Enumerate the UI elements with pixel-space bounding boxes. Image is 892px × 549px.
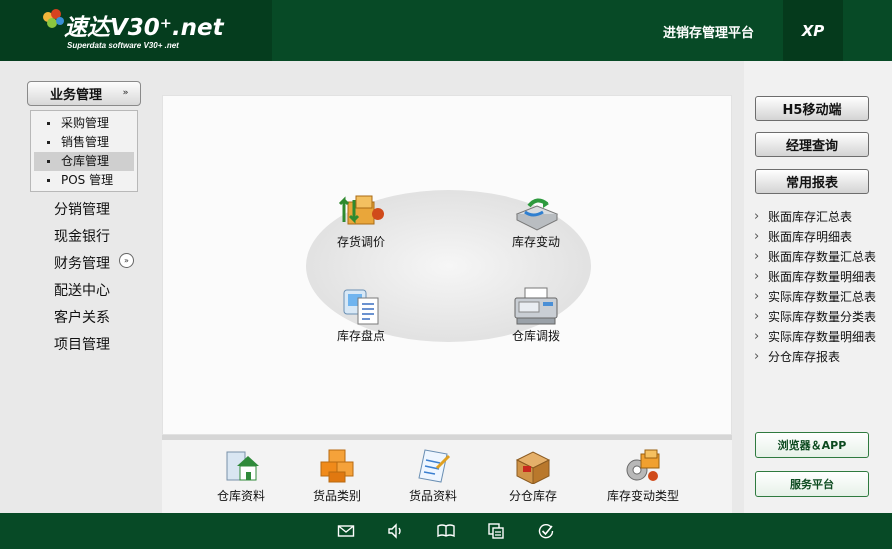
logo-petal-icon bbox=[43, 9, 64, 28]
report-item[interactable]: 账面库存数量明细表 bbox=[754, 267, 876, 287]
right-panel: H5移动端 经理查询 常用报表 账面库存汇总表 账面库存明细表 账面库存数量汇总… bbox=[744, 61, 892, 513]
common-reports-button[interactable]: 常用报表 bbox=[755, 169, 869, 194]
nav-item-cash-bank[interactable]: 现金银行 bbox=[54, 226, 110, 246]
submenu-item-warehouse[interactable]: 仓库管理 bbox=[34, 152, 134, 171]
mail-icon[interactable] bbox=[337, 522, 355, 540]
func-stock-change-label: 库存变动 bbox=[511, 235, 560, 249]
func-stocktake[interactable]: 库存盘点 bbox=[321, 286, 401, 344]
speaker-icon[interactable] bbox=[387, 522, 405, 540]
transfer-icon bbox=[514, 287, 558, 325]
stock-change-type-gear-icon bbox=[626, 449, 660, 481]
report-list: 账面库存汇总表 账面库存明细表 账面库存数量汇总表 账面库存数量明细表 实际库存… bbox=[754, 207, 876, 367]
check-circle-icon[interactable] bbox=[537, 522, 555, 540]
nav-item-project[interactable]: 项目管理 bbox=[54, 334, 110, 354]
stocktake-icon bbox=[343, 289, 379, 325]
browser-app-button[interactable]: 浏览器＆APP bbox=[755, 432, 869, 458]
tool-goods-info-label: 货品资料 bbox=[408, 489, 457, 503]
tool-goods-info[interactable]: 货品资料 bbox=[388, 448, 478, 504]
nav-item-delivery[interactable]: 配送中心 bbox=[54, 280, 110, 300]
submenu-item-sales[interactable]: 销售管理 bbox=[31, 133, 137, 152]
func-stocktake-label: 库存盘点 bbox=[336, 329, 385, 343]
tool-branch-stock[interactable]: 分仓库存 bbox=[488, 448, 578, 504]
report-item[interactable]: 账面库存明细表 bbox=[754, 227, 876, 247]
report-item[interactable]: 实际库存数量分类表 bbox=[754, 307, 876, 327]
report-item[interactable]: 账面库存汇总表 bbox=[754, 207, 876, 227]
nav-item-customer[interactable]: 客户关系 bbox=[54, 307, 110, 327]
warehouse-house-icon bbox=[226, 451, 259, 481]
h5-mobile-button[interactable]: H5移动端 bbox=[755, 96, 869, 121]
func-price-adjust-label: 存货调价 bbox=[336, 235, 385, 249]
main-panel: 存货调价 库存变动 库存盘点 仓库调拨 bbox=[162, 95, 732, 435]
biz-management-button[interactable]: 业务管理 » bbox=[27, 81, 141, 106]
tool-goods-category-label: 货品类别 bbox=[312, 489, 361, 503]
left-nav: 业务管理 » 采购管理 销售管理 仓库管理 POS 管理 分销管理 现金银行 财… bbox=[0, 61, 150, 513]
tool-warehouse-info-label: 仓库资料 bbox=[216, 489, 265, 503]
platform-title: 进销存管理平台 bbox=[663, 26, 755, 41]
branch-stock-box-icon bbox=[515, 451, 551, 484]
goods-info-icon bbox=[418, 449, 451, 483]
report-item[interactable]: 分仓库存报表 bbox=[754, 347, 876, 367]
stock-change-icon bbox=[515, 198, 559, 231]
func-stock-change[interactable]: 库存变动 bbox=[496, 192, 576, 250]
logo-subtext: Superdata software V30+ .net bbox=[67, 41, 179, 50]
func-transfer-label: 仓库调拨 bbox=[511, 329, 560, 343]
footer bbox=[0, 513, 892, 549]
logo-text: 速达V30⁺.net bbox=[64, 15, 224, 41]
tool-stock-change-type-label: 库存变动类型 bbox=[606, 489, 679, 503]
window-stack-icon[interactable] bbox=[487, 522, 505, 540]
price-adjust-icon bbox=[338, 195, 384, 225]
book-icon[interactable] bbox=[437, 522, 455, 540]
nav-item-finance[interactable]: 财务管理 bbox=[54, 253, 110, 273]
nav-item-distribution[interactable]: 分销管理 bbox=[54, 199, 110, 219]
service-platform-button[interactable]: 服务平台 bbox=[755, 471, 869, 497]
tool-stock-change-type[interactable]: 库存变动类型 bbox=[598, 448, 688, 504]
report-item[interactable]: 实际库存数量明细表 bbox=[754, 327, 876, 347]
finance-expand-icon[interactable]: » bbox=[119, 253, 134, 268]
tool-goods-category[interactable]: 货品类别 bbox=[292, 448, 382, 504]
chevron-down-icon: » bbox=[122, 88, 129, 98]
tool-warehouse-info[interactable]: 仓库资料 bbox=[196, 448, 286, 504]
func-price-adjust[interactable]: 存货调价 bbox=[321, 192, 401, 250]
submenu-item-pos[interactable]: POS 管理 bbox=[31, 171, 137, 190]
biz-submenu: 采购管理 销售管理 仓库管理 POS 管理 bbox=[30, 110, 138, 192]
submenu-item-purchase[interactable]: 采购管理 bbox=[31, 114, 137, 133]
tool-branch-stock-label: 分仓库存 bbox=[508, 489, 557, 503]
header: 速达V30⁺.net Superdata software V30+ .net … bbox=[0, 0, 892, 61]
logo-block: 速达V30⁺.net Superdata software V30+ .net bbox=[0, 0, 272, 61]
goods-boxes-icon bbox=[320, 449, 354, 483]
func-transfer[interactable]: 仓库调拨 bbox=[496, 286, 576, 344]
bottom-toolbar: 仓库资料 货品类别 货品资料 分仓库存 库存变动类型 bbox=[162, 435, 732, 513]
biz-management-label: 业务管理 bbox=[50, 88, 103, 103]
report-item[interactable]: 账面库存数量汇总表 bbox=[754, 247, 876, 267]
report-item[interactable]: 实际库存数量汇总表 bbox=[754, 287, 876, 307]
edition-badge: XP bbox=[783, 0, 843, 61]
manager-query-button[interactable]: 经理查询 bbox=[755, 132, 869, 157]
